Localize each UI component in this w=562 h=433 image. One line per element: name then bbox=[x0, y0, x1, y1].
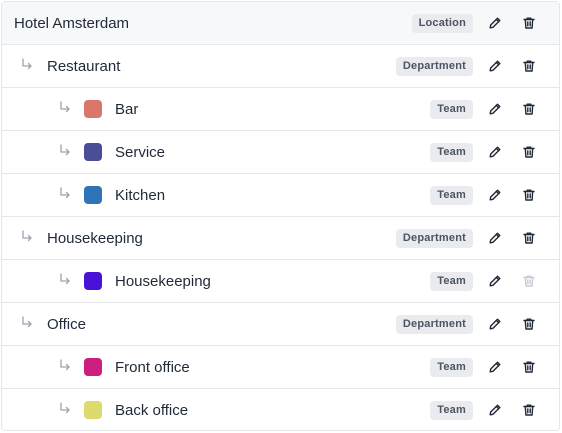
child-arrow-icon bbox=[58, 358, 72, 372]
child-arrow-icon bbox=[58, 143, 72, 157]
pencil-icon bbox=[488, 145, 502, 159]
trash-icon bbox=[522, 188, 536, 202]
trash-icon bbox=[522, 59, 536, 73]
row-label: Housekeeping bbox=[115, 273, 211, 290]
type-badge: Team bbox=[430, 143, 473, 162]
type-badge: Team bbox=[430, 358, 473, 377]
child-arrow-icon bbox=[58, 186, 72, 200]
type-badge: Team bbox=[430, 401, 473, 420]
team-color-swatch bbox=[84, 100, 102, 118]
row-label: Back office bbox=[115, 402, 189, 419]
edit-button[interactable] bbox=[486, 229, 504, 247]
tree-row: Hotel Amsterdam Location bbox=[2, 2, 559, 45]
edit-button[interactable] bbox=[486, 57, 504, 75]
pencil-icon bbox=[488, 274, 502, 288]
delete-button[interactable] bbox=[520, 14, 538, 32]
organization-tree: Hotel Amsterdam Location Restaurant Departm… bbox=[1, 1, 560, 431]
trash-icon bbox=[522, 145, 536, 159]
row-label: Service bbox=[115, 144, 166, 161]
tree-row: Back office Team bbox=[2, 389, 559, 432]
type-badge: Team bbox=[430, 186, 473, 205]
edit-button[interactable] bbox=[486, 358, 504, 376]
pencil-icon bbox=[488, 102, 502, 116]
trash-icon bbox=[522, 403, 536, 417]
pencil-icon bbox=[488, 360, 502, 374]
type-badge: Department bbox=[395, 57, 473, 76]
edit-button[interactable] bbox=[486, 401, 504, 419]
child-arrow-icon bbox=[20, 57, 34, 71]
type-badge: Team bbox=[430, 100, 473, 119]
row-label: Hotel Amsterdam bbox=[14, 15, 130, 32]
child-arrow-icon bbox=[58, 272, 72, 286]
row-label: Office bbox=[47, 316, 86, 333]
delete-button[interactable] bbox=[520, 57, 538, 75]
delete-button[interactable] bbox=[520, 186, 538, 204]
trash-icon bbox=[522, 102, 536, 116]
type-badge: Department bbox=[395, 229, 473, 248]
tree-row: Front office Team bbox=[2, 346, 559, 389]
edit-button[interactable] bbox=[486, 14, 504, 32]
type-badge: Department bbox=[395, 315, 473, 334]
type-badge: Team bbox=[430, 272, 473, 291]
edit-button[interactable] bbox=[486, 100, 504, 118]
tree-row: Service Team bbox=[2, 131, 559, 174]
child-arrow-icon bbox=[58, 401, 72, 415]
delete-button[interactable] bbox=[520, 358, 538, 376]
row-label: Front office bbox=[115, 359, 190, 376]
type-badge: Location bbox=[411, 14, 473, 33]
row-label: Restaurant bbox=[47, 58, 121, 75]
pencil-icon bbox=[488, 317, 502, 331]
pencil-icon bbox=[488, 16, 502, 30]
delete-button[interactable] bbox=[520, 143, 538, 161]
tree-row: Office Department bbox=[2, 303, 559, 346]
trash-icon bbox=[522, 317, 536, 331]
child-arrow-icon bbox=[20, 229, 34, 243]
pencil-icon bbox=[488, 59, 502, 73]
delete-button[interactable] bbox=[520, 229, 538, 247]
edit-button[interactable] bbox=[486, 143, 504, 161]
team-color-swatch bbox=[84, 186, 102, 204]
trash-icon bbox=[522, 16, 536, 30]
tree-row: Bar Team bbox=[2, 88, 559, 131]
row-label: Housekeeping bbox=[47, 230, 143, 247]
row-label: Bar bbox=[115, 101, 139, 118]
trash-icon bbox=[522, 231, 536, 245]
pencil-icon bbox=[488, 403, 502, 417]
team-color-swatch bbox=[84, 143, 102, 161]
tree-row: Kitchen Team bbox=[2, 174, 559, 217]
pencil-icon bbox=[488, 188, 502, 202]
delete-button[interactable] bbox=[520, 100, 538, 118]
child-arrow-icon bbox=[20, 315, 34, 329]
tree-row: Housekeeping Team bbox=[2, 260, 559, 303]
trash-icon bbox=[522, 274, 536, 288]
edit-button[interactable] bbox=[486, 186, 504, 204]
tree-row: Housekeeping Department bbox=[2, 217, 559, 260]
trash-icon bbox=[522, 360, 536, 374]
edit-button[interactable] bbox=[486, 315, 504, 333]
tree-row: Restaurant Department bbox=[2, 45, 559, 88]
delete-button[interactable] bbox=[520, 315, 538, 333]
edit-button[interactable] bbox=[486, 272, 504, 290]
team-color-swatch bbox=[84, 358, 102, 376]
row-label: Kitchen bbox=[115, 187, 166, 204]
team-color-swatch bbox=[84, 272, 102, 290]
pencil-icon bbox=[488, 231, 502, 245]
delete-button[interactable] bbox=[520, 401, 538, 419]
delete-button-disabled bbox=[520, 272, 538, 290]
team-color-swatch bbox=[84, 401, 102, 419]
child-arrow-icon bbox=[58, 100, 72, 114]
